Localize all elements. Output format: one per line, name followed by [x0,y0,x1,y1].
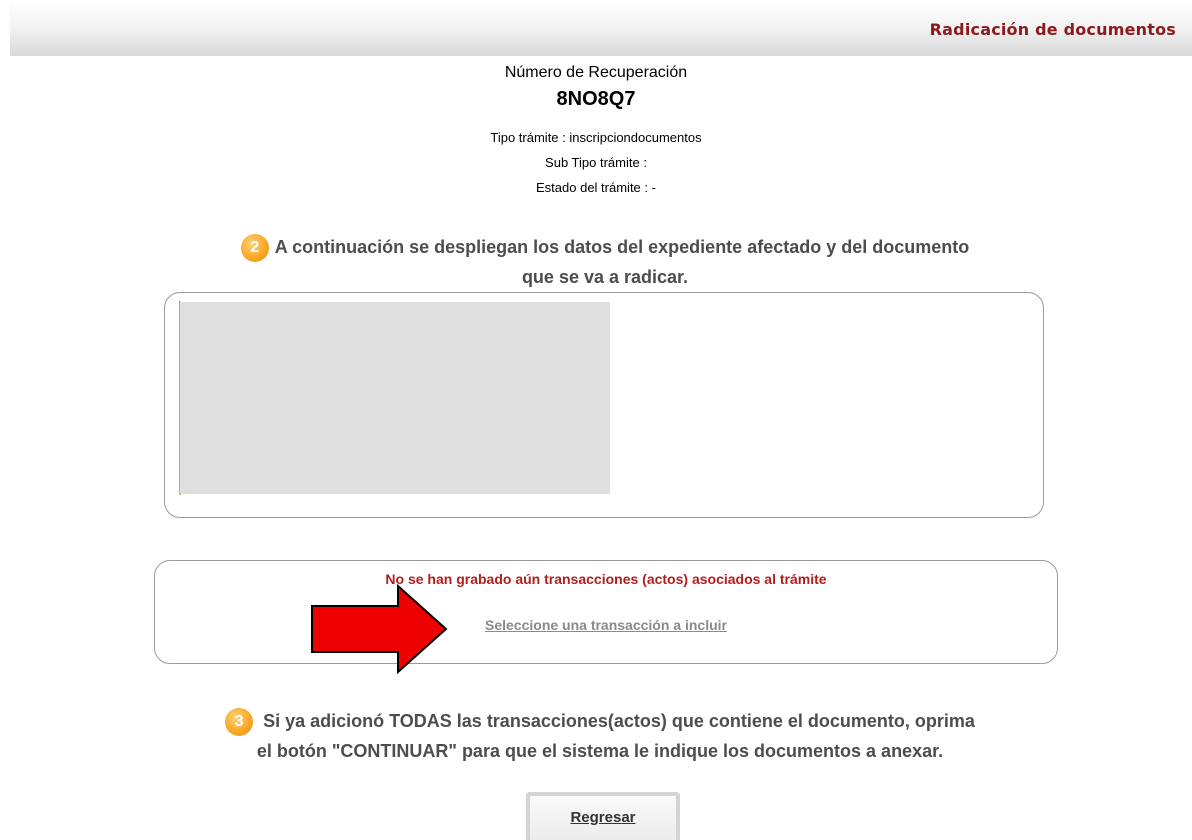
step-3-text-line2: el botón "CONTINUAR" para que el sistema… [256,741,944,762]
select-transaction-link[interactable]: Seleccione una transacción a incluir [155,617,1057,633]
recovery-code: 8NO8Q7 [556,88,636,110]
recovery-number-label: Número de Recuperación [504,64,688,81]
step-3-instructions: 3 Si ya adicionó TODAS las transacciones(… [160,706,1040,766]
tipo-tramite: Tipo trámite : inscripciondocumentos [490,130,702,145]
transactions-box: No se han grabado aún transacciones (act… [154,560,1058,664]
back-button[interactable]: Regresar [526,792,680,840]
step-2-text-line2: que se va a radicar. [521,267,689,288]
step-3-badge: 3 [225,708,254,737]
step-2-badge: 2 [240,234,269,263]
redacted-document-details [180,302,610,494]
estado-tramite: Estado del trámite : - [536,180,656,195]
header-bar: Radicación de documentos [10,0,1192,56]
step-2-text-line1: A continuación se despliegan los datos d… [274,237,970,257]
red-arrow-right-icon [311,584,448,674]
step-3-text-line1: Si ya adicionó TODAS las transacciones(a… [263,711,975,731]
sub-tipo-tramite: Sub Tipo trámite : [545,155,647,170]
page-title: Radicación de documentos [929,20,1176,39]
no-transactions-message: No se han grabado aún transacciones (act… [385,571,827,587]
step-2-instructions: 2A continuación se despliegan los datos … [170,232,1040,292]
